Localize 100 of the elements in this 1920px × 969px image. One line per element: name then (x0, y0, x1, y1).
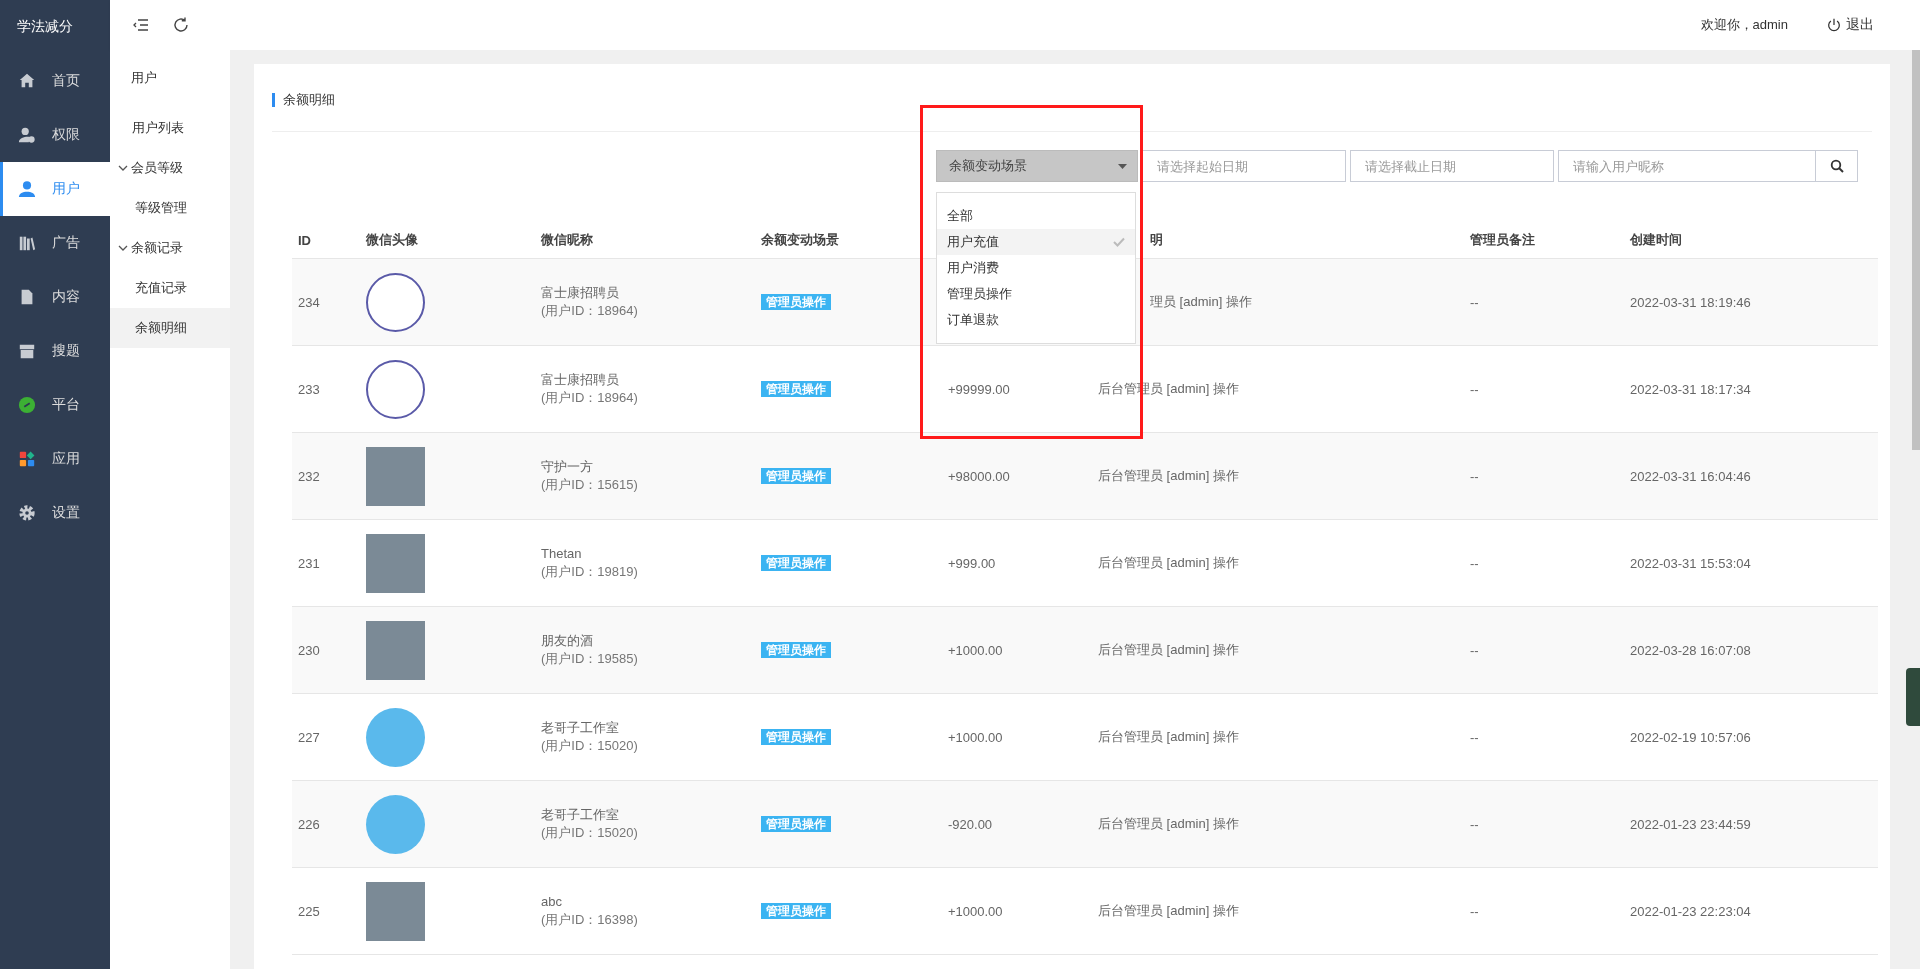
user-id-text: (用户ID：19819) (541, 563, 639, 581)
gear-icon (18, 504, 36, 522)
nav-item[interactable]: 首页 (0, 54, 110, 108)
note-cell: -- (1470, 381, 1479, 397)
dropdown-option[interactable]: 用户充值 (937, 229, 1135, 255)
amount-cell: +1000.00 (948, 729, 1003, 745)
nickname-search-field[interactable]: 请输入用户昵称 (1558, 150, 1816, 182)
time-cell: 2022-03-31 18:17:34 (1630, 381, 1751, 397)
user-id-text: (用户ID：16398) (541, 911, 639, 929)
note-cell: -- (1470, 294, 1479, 310)
id-cell: 227 (298, 729, 320, 745)
books-icon (18, 234, 36, 252)
scene-tag: 管理员操作 (761, 641, 831, 658)
chevron-icon (118, 163, 128, 173)
description-cell: 后台管理员 [admin] 操作 (1098, 555, 1239, 570)
dropdown-option[interactable]: 全部 (937, 203, 1135, 229)
search-icon (1829, 159, 1844, 173)
scrollbar[interactable] (1912, 50, 1920, 450)
submenu-item[interactable]: 充值记录 (110, 268, 230, 308)
nav-item[interactable]: 内容 (0, 270, 110, 324)
nav-item[interactable]: 应用 (0, 432, 110, 486)
scene-select[interactable]: 余额变动场景 (936, 150, 1138, 182)
description-cell: 后台管理员 [admin] 操作 (1098, 468, 1239, 483)
note-cell: -- (1470, 642, 1479, 658)
end-date-field[interactable]: 请选择截止日期 (1350, 150, 1554, 182)
column-header: 明 (1150, 232, 1163, 247)
amount-cell: +99999.00 (948, 381, 1010, 397)
nav-item[interactable]: 设置 (0, 486, 110, 540)
user-id-text: (用户ID：18964) (541, 302, 639, 320)
submenu-item[interactable]: 余额明细 (110, 308, 230, 348)
apps-icon (18, 450, 36, 468)
note-cell: -- (1470, 555, 1479, 571)
time-cell: 2022-01-23 22:23:04 (1630, 903, 1751, 919)
note-cell: -- (1470, 903, 1479, 919)
nickname-text: 老哥子工作室 (541, 719, 620, 737)
nav-item[interactable]: 平台 (0, 378, 110, 432)
amount-cell: +98000.00 (948, 468, 1010, 484)
scene-tag: 管理员操作 (761, 467, 831, 484)
amount-cell: +1000.00 (948, 903, 1003, 919)
nickname-text: 老哥子工作室 (541, 806, 620, 824)
caret-icon (1118, 163, 1127, 169)
scene-tag: 管理员操作 (761, 554, 831, 571)
nickname-text: 富士康招聘员 (541, 371, 620, 389)
nav-item[interactable]: 用户 (0, 162, 110, 216)
column-header: 创建时间 (1630, 232, 1682, 247)
welcome-text: 欢迎你，admin (1700, 16, 1788, 34)
home-icon (18, 72, 36, 90)
nickname-text: Thetan (541, 545, 583, 563)
user-icon (18, 180, 36, 198)
logout-button[interactable]: 退出 (1820, 15, 1880, 35)
user-id-text: (用户ID：19585) (541, 650, 639, 668)
submenu-group[interactable]: 会员等级 (110, 148, 230, 188)
power-icon (1826, 17, 1842, 33)
id-cell: 226 (298, 816, 320, 832)
description-cell: 后台管理员 [admin] 操作 (1098, 729, 1239, 744)
app-brand: 学法减分 (16, 17, 74, 36)
submenu-item[interactable]: 等级管理 (110, 188, 230, 228)
submenu-title: 用户 (130, 69, 158, 87)
column-header: 微信头像 (366, 232, 418, 247)
submenu-item[interactable]: 用户列表 (110, 108, 230, 148)
id-cell: 233 (298, 381, 320, 397)
submenu-group[interactable]: 余额记录 (110, 228, 230, 268)
time-cell: 2022-03-31 15:53:04 (1630, 555, 1751, 571)
scene-tag: 管理员操作 (761, 728, 831, 745)
refresh-icon[interactable] (172, 16, 190, 34)
amount-cell: +1000.00 (948, 642, 1003, 658)
time-cell: 2022-03-31 16:04:46 (1630, 468, 1751, 484)
column-header: 管理员备注 (1470, 232, 1535, 247)
user-id-text: (用户ID：15020) (541, 737, 639, 755)
description-cell: 后台管理员 [admin] 操作 (1098, 642, 1239, 657)
nickname-text: 守护一方 (541, 458, 594, 476)
menu-collapse-icon[interactable] (132, 16, 150, 34)
start-date-field[interactable]: 请选择起始日期 (1142, 150, 1346, 182)
nav-item[interactable]: 广告 (0, 216, 110, 270)
check-icon (1113, 236, 1125, 248)
amount-cell: +999.00 (948, 555, 996, 571)
search-button[interactable] (1816, 150, 1858, 182)
id-cell: 234 (298, 294, 320, 310)
note-cell: -- (1470, 729, 1479, 745)
time-cell: 2022-01-23 23:44:59 (1630, 816, 1751, 832)
note-cell: -- (1470, 468, 1479, 484)
nav-item[interactable]: 权限 (0, 108, 110, 162)
user-id-text: (用户ID：15615) (541, 476, 639, 494)
scene-tag: 管理员操作 (761, 380, 831, 397)
id-cell: 230 (298, 642, 320, 658)
id-cell: 231 (298, 555, 320, 571)
dropdown-option[interactable]: 用户消费 (937, 255, 1135, 281)
column-header: ID (298, 232, 311, 248)
nav-item[interactable]: 搜题 (0, 324, 110, 378)
description-cell: 后台管理员 [admin] 操作 (1098, 816, 1239, 831)
description-cell: 后台管理员 [admin] 操作 (1098, 903, 1239, 918)
dropdown-option[interactable]: 管理员操作 (937, 281, 1135, 307)
dropdown-option[interactable]: 订单退款 (937, 307, 1135, 333)
column-header: 余额变动场景 (761, 232, 839, 247)
nickname-text: 富士康招聘员 (541, 284, 620, 302)
scene-tag: 管理员操作 (761, 815, 831, 832)
store-icon (18, 342, 36, 360)
user-id-text: (用户ID：18964) (541, 389, 639, 407)
id-cell: 225 (298, 903, 320, 919)
card-title: 余额明细 (272, 92, 335, 107)
